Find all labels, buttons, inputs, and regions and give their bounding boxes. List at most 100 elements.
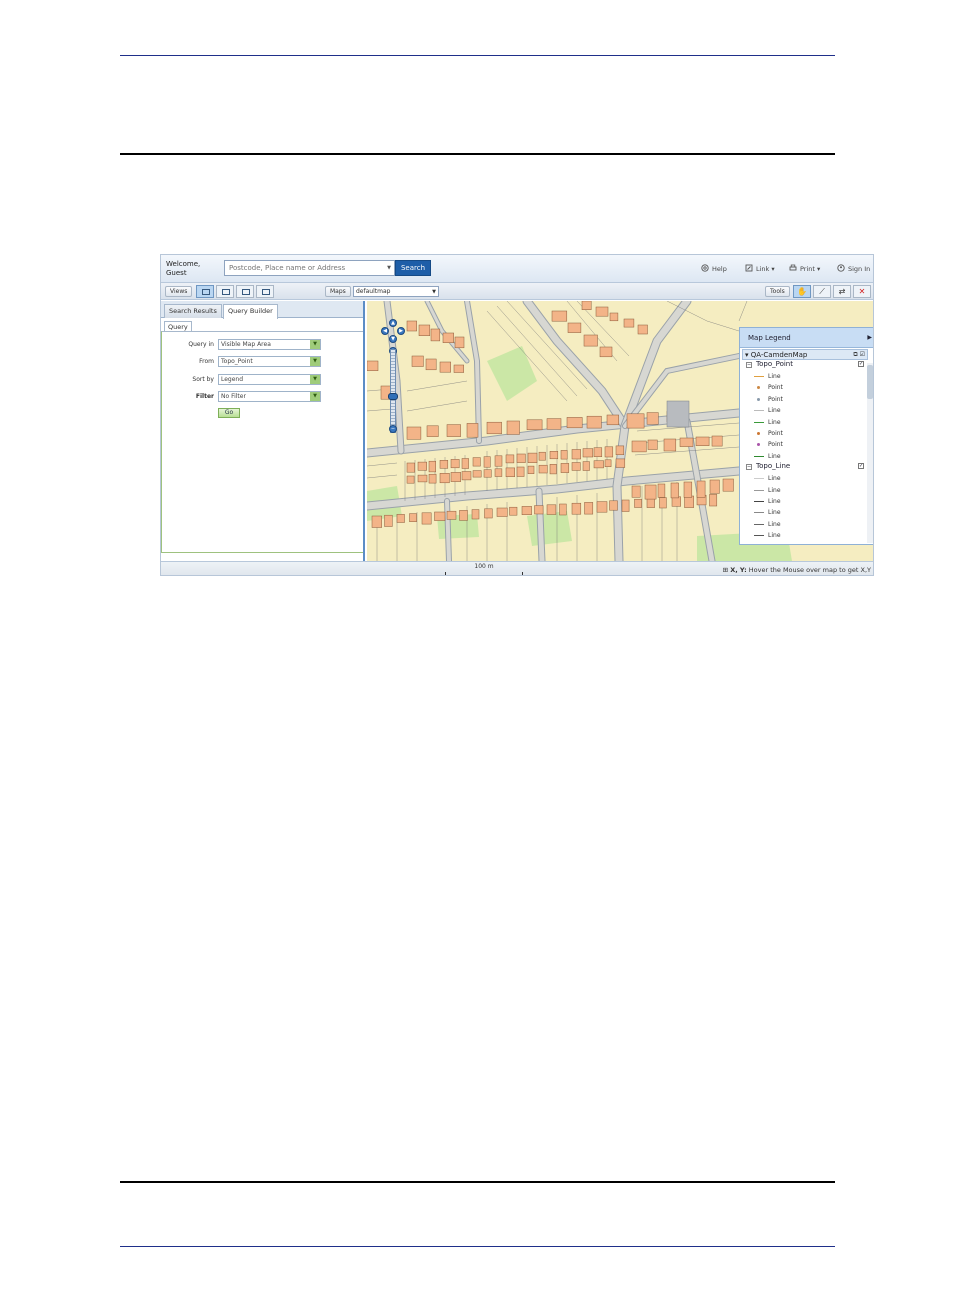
filter-label: Filter	[195, 393, 214, 400]
point-symbol-icon	[757, 443, 760, 447]
zoom-slider[interactable]	[390, 349, 396, 433]
map-building	[637, 324, 648, 335]
copy-icon[interactable]: ⧉	[853, 351, 857, 358]
map-building	[546, 418, 562, 430]
map-building	[670, 482, 679, 499]
zoom-slider-thumb[interactable]	[388, 393, 398, 400]
layer-visibility-checkbox[interactable]: ✓	[858, 463, 864, 470]
search-button[interactable]: Search	[395, 260, 431, 276]
map-building	[615, 445, 625, 455]
map-selector-value: defaultmap	[356, 288, 391, 295]
pan-tool-button[interactable]: ✋	[793, 285, 811, 298]
filter-select[interactable]: No Filter ▼	[218, 391, 321, 402]
map-canvas[interactable]: ▲ ◀ ▶ ▼ + − Map Legend ▶ ▾ QA-CamdenMap …	[367, 301, 873, 561]
map-building	[461, 471, 472, 481]
map-building	[722, 478, 734, 492]
tab-query-builder[interactable]: Query Builder	[223, 304, 278, 319]
status-bar: 100 m ⊞ X, Y: Hover the Mouse over map t…	[161, 561, 873, 575]
checkbox-icon[interactable]: ☑	[860, 351, 865, 358]
sort-by-select[interactable]: Legend ▼	[218, 374, 321, 385]
map-building	[461, 458, 469, 469]
arrow-right-icon: ▶	[399, 328, 403, 334]
view-columns-button[interactable]	[256, 285, 274, 298]
split-view-icon	[202, 289, 210, 295]
legend-layer[interactable]: − Topo_Point ✓	[740, 360, 873, 371]
map-building	[434, 511, 446, 521]
collapse-right-icon[interactable]: ▶	[867, 334, 872, 341]
legend-item-label: Line	[768, 532, 781, 540]
pan-up-button[interactable]: ▲	[389, 319, 397, 327]
map-building	[546, 504, 557, 515]
page-footer-rule	[120, 1246, 835, 1247]
map-building	[446, 424, 461, 437]
map-building	[384, 514, 393, 527]
query-in-select[interactable]: Visible Map Area ▼	[218, 339, 321, 350]
scale-bar-label: 100 m	[474, 563, 494, 570]
chevron-down-icon: ▼	[310, 340, 320, 349]
print-menu[interactable]: Print ▾	[789, 264, 820, 273]
pan-left-button[interactable]: ◀	[381, 327, 389, 335]
legend-item: Line	[740, 371, 873, 382]
map-view-icon	[222, 289, 230, 295]
go-button[interactable]: Go	[218, 408, 240, 418]
sign-in-link[interactable]: Sign In	[837, 264, 870, 273]
map-building	[472, 457, 481, 467]
legend-item-label: Line	[768, 452, 781, 460]
map-building	[581, 301, 592, 310]
collapse-icon[interactable]: −	[746, 362, 752, 368]
print-view-icon	[242, 289, 250, 295]
zoom-out-button[interactable]: −	[389, 425, 397, 433]
columns-view-icon	[262, 289, 270, 295]
select-tool-button[interactable]: ⇄	[833, 285, 851, 298]
view-map-button[interactable]	[216, 285, 234, 298]
map-building	[586, 415, 602, 429]
tab-search-results[interactable]: Search Results	[164, 304, 222, 318]
view-split-button[interactable]	[196, 285, 214, 298]
map-building	[571, 449, 581, 460]
map-building	[634, 498, 642, 508]
help-link[interactable]: Help	[701, 264, 727, 273]
legend-scroll-thumb[interactable]	[867, 365, 873, 399]
legend-item: Line	[740, 485, 873, 496]
pan-down-button[interactable]: ▼	[389, 335, 397, 343]
map-building	[418, 324, 431, 336]
clear-tool-button[interactable]: ✕	[853, 285, 871, 298]
layer-visibility-checkbox[interactable]: ✓	[858, 361, 864, 367]
legend-map-group[interactable]: ▾ QA-CamdenMap ⧉ ☑	[742, 349, 868, 360]
legend-item-label: Line	[768, 509, 781, 517]
map-building	[626, 413, 645, 429]
collapse-icon[interactable]: −	[746, 464, 752, 471]
chevron-down-icon: ▼	[310, 392, 320, 401]
map-building	[527, 452, 538, 463]
map-selector[interactable]: defaultmap ▼	[353, 286, 439, 297]
map-building	[559, 503, 567, 516]
map-building	[566, 417, 583, 429]
legend-layer[interactable]: − Topo_Line ✓	[740, 462, 873, 473]
map-building	[551, 310, 568, 322]
measure-tool-button[interactable]: ⟋	[813, 285, 831, 298]
filter-value: No Filter	[221, 393, 246, 400]
legend-item-label: Line	[768, 486, 781, 494]
search-input[interactable]	[225, 261, 385, 275]
point-symbol-icon	[757, 386, 760, 390]
map-building	[406, 475, 415, 484]
from-label: From	[199, 358, 214, 365]
map-building	[428, 460, 436, 473]
map-building	[371, 515, 382, 528]
collapse-down-icon: ▾	[745, 351, 749, 359]
view-print-button[interactable]	[236, 285, 254, 298]
legend-item-label: Line	[768, 407, 781, 415]
pan-right-button[interactable]: ▶	[397, 327, 405, 335]
legend-item: Point	[740, 394, 873, 405]
from-select[interactable]: Topo_Point ▼	[218, 356, 321, 367]
scale-bar	[445, 572, 523, 575]
search-dropdown-icon[interactable]: ▼	[387, 265, 391, 271]
welcome-line: Welcome,	[166, 260, 201, 268]
legend-item-label: Point	[768, 429, 783, 437]
link-menu[interactable]: Link ▾	[745, 264, 775, 273]
page-header-separator	[120, 153, 835, 155]
legend-scrollbar[interactable]	[867, 363, 873, 543]
link-menu-label: Link	[756, 265, 770, 273]
line-symbol-icon	[754, 421, 764, 423]
map-building	[567, 322, 582, 333]
